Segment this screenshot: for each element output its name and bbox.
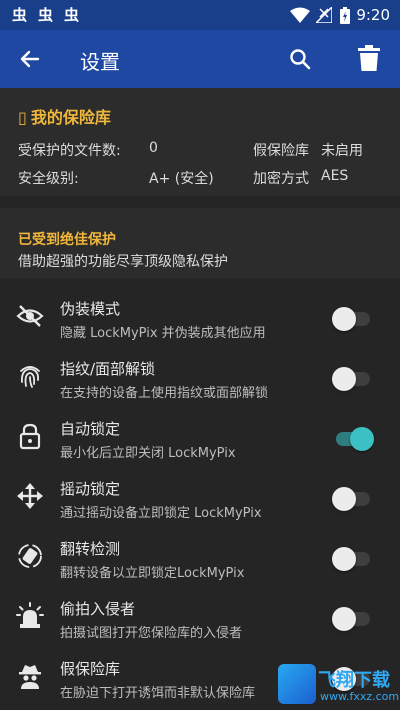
alarm-light-icon — [16, 602, 44, 628]
trash-icon[interactable] — [358, 45, 380, 71]
arrow-left-icon[interactable] — [18, 47, 42, 71]
vault-icon: ▯ — [18, 108, 27, 127]
setting-title: 伪装模式 — [60, 300, 121, 318]
setting-fingerprint-unlock[interactable]: 指纹/面部解锁 在支持的设备上使用指纹或面部解锁 — [0, 348, 400, 408]
intruder-snap-toggle[interactable] — [332, 605, 372, 631]
watermark-logo-icon — [278, 664, 316, 704]
eye-off-icon — [16, 305, 44, 327]
toggle-thumb — [332, 367, 356, 391]
setting-subtitle: 拍摄试图打开您保险库的入侵者 — [60, 626, 243, 641]
shake-lock-toggle[interactable] — [332, 485, 372, 511]
fingerprint-icon — [20, 366, 40, 388]
app-bar: 设置 — [0, 30, 400, 88]
toggle-thumb — [332, 307, 356, 331]
setting-auto-lock[interactable]: 自动锁定 最小化后立即关闭 LockMyPix — [0, 408, 400, 468]
notification-icon: 虫 — [64, 6, 80, 24]
protected-files-label: 受保护的文件数: — [18, 143, 121, 159]
setting-flip-detection[interactable]: 翻转检测 翻转设备以立即锁定LockMyPix — [0, 528, 400, 588]
protection-subtitle: 借助超强的功能尽享顶级隐私保护 — [18, 254, 228, 270]
wifi-icon — [290, 7, 310, 23]
toggle-thumb — [332, 547, 356, 571]
encryption-value: AES — [321, 168, 349, 184]
status-bar: 虫 虫 虫 9:20 — [0, 0, 400, 30]
setting-title: 假保险库 — [60, 660, 121, 678]
auto-lock-toggle[interactable] — [332, 425, 374, 451]
toggle-thumb — [332, 607, 356, 631]
toggle-thumb — [332, 487, 356, 511]
fake-vault-label: 假保险库 — [253, 143, 309, 159]
setting-shake-lock[interactable]: 摇动锁定 通过摇动设备立即锁定 LockMyPix — [0, 468, 400, 528]
setting-title: 偷拍入侵者 — [60, 600, 136, 618]
setting-intruder-snap[interactable]: 偷拍入侵者 拍摄试图打开您保险库的入侵者 — [0, 588, 400, 648]
move-arrows-icon — [17, 483, 43, 509]
lock-icon — [19, 423, 41, 450]
setting-subtitle: 最小化后立即关闭 LockMyPix — [60, 446, 236, 461]
disguise-mode-toggle[interactable] — [332, 305, 372, 331]
flip-phone-icon — [18, 544, 42, 568]
watermark: 飞翔下载 www.fxxz.com — [278, 664, 399, 708]
protection-title: 已受到绝佳保护 — [18, 232, 116, 248]
setting-title: 摇动锁定 — [60, 480, 121, 498]
signal-icon — [316, 7, 332, 23]
protected-files-value: 0 — [149, 140, 158, 156]
setting-title: 自动锁定 — [60, 420, 121, 438]
notification-icon: 虫 — [38, 6, 54, 24]
toggle-thumb — [350, 427, 374, 451]
security-level-value: A+ (安全) — [149, 171, 214, 187]
fake-vault-value: 未启用 — [321, 143, 363, 159]
battery-icon — [340, 7, 350, 24]
setting-disguise-mode[interactable]: 伪装模式 隐藏 LockMyPix 并伪装成其他应用 — [0, 288, 400, 348]
notification-icon: 虫 — [12, 6, 28, 24]
setting-subtitle: 隐藏 LockMyPix 并伪装成其他应用 — [60, 326, 266, 341]
encryption-label: 加密方式 — [253, 171, 309, 187]
setting-subtitle: 通过摇动设备立即锁定 LockMyPix — [60, 506, 262, 521]
spy-icon — [19, 665, 41, 689]
setting-title: 指纹/面部解锁 — [60, 360, 156, 378]
setting-subtitle: 在支持的设备上使用指纹或面部解锁 — [60, 386, 269, 401]
setting-title: 翻转检测 — [60, 540, 121, 558]
search-icon[interactable] — [288, 47, 312, 71]
vault-title: ▯ 我的保险库 — [18, 104, 111, 128]
clock: 9:20 — [356, 6, 390, 24]
fingerprint-unlock-toggle[interactable] — [332, 365, 372, 391]
setting-subtitle: 翻转设备以立即锁定LockMyPix — [60, 566, 245, 581]
vault-title-text: 我的保险库 — [30, 108, 111, 127]
watermark-text: 飞翔下载 — [318, 670, 390, 691]
watermark-url: www.fxxz.com — [320, 690, 400, 703]
flip-detection-toggle[interactable] — [332, 545, 372, 571]
page-title: 设置 — [80, 50, 120, 74]
security-level-label: 安全级别: — [18, 171, 79, 187]
setting-subtitle: 在胁迫下打开诱饵而非默认保险库 — [60, 686, 256, 701]
